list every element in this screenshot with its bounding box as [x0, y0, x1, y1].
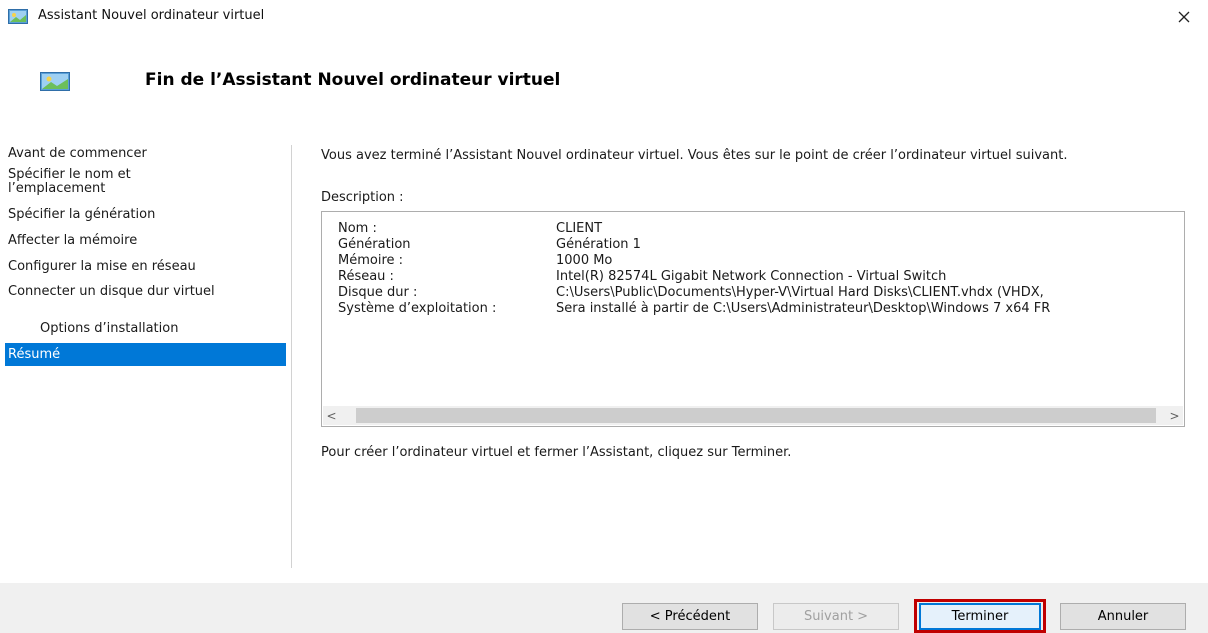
summary-key: Réseau :: [338, 269, 394, 284]
summary-key: Mémoire :: [338, 253, 404, 268]
summary-row: Nom : CLIENT: [338, 221, 1184, 237]
summary-textbox[interactable]: Nom : CLIENT Génération Génération 1 Mém…: [321, 211, 1185, 427]
summary-row: Système d’exploitation : Sera installé à…: [338, 301, 1184, 317]
summary-row: Réseau : Intel(R) 82574L Gigabit Network…: [338, 269, 1184, 285]
scrollbar-thumb[interactable]: [356, 408, 1156, 423]
summary-key: Disque dur :: [338, 285, 418, 300]
summary-value: Génération 1: [556, 237, 641, 252]
page-title: Fin de l’Assistant Nouvel ordinateur vir…: [145, 70, 561, 90]
summary-row: Mémoire : 1000 Mo: [338, 253, 1184, 269]
wizard-nav: Avant de commencer Spécifier le nom et l…: [0, 140, 291, 570]
horizontal-scrollbar[interactable]: < >: [323, 406, 1183, 425]
close-button[interactable]: [1166, 4, 1202, 32]
summary-key: Génération: [338, 237, 411, 252]
hyperv-window-icon: [8, 9, 28, 24]
nav-item-avant-de-commencer[interactable]: Avant de commencer: [8, 147, 288, 161]
wizard-window: Assistant Nouvel ordinateur virtuel Fin …: [0, 0, 1208, 633]
title-bar: Assistant Nouvel ordinateur virtuel: [0, 0, 1208, 34]
nav-item-memoire[interactable]: Affecter la mémoire: [8, 234, 288, 248]
scroll-left-icon[interactable]: <: [323, 406, 340, 425]
summary-key: Nom :: [338, 221, 377, 236]
nav-item-options-installation[interactable]: Options d’installation: [40, 322, 288, 336]
previous-button[interactable]: < Précédent: [622, 603, 758, 630]
next-button[interactable]: Suivant >: [773, 603, 899, 630]
nav-item-disque-dur[interactable]: Connecter un disque dur virtuel: [8, 285, 238, 299]
scroll-right-icon[interactable]: >: [1166, 406, 1183, 425]
summary-row: Génération Génération 1: [338, 237, 1184, 253]
nav-item-reseau[interactable]: Configurer la mise en réseau: [8, 260, 288, 274]
summary-value: Intel(R) 82574L Gigabit Network Connecti…: [556, 269, 947, 284]
nav-item-generation[interactable]: Spécifier la génération: [8, 208, 288, 222]
summary-list: Nom : CLIENT Génération Génération 1 Mém…: [338, 221, 1184, 317]
nav-item-resume[interactable]: Résumé: [5, 343, 286, 366]
close-icon: [1177, 9, 1191, 28]
cancel-button[interactable]: Annuler: [1060, 603, 1186, 630]
summary-key: Système d’exploitation :: [338, 301, 497, 316]
summary-value: CLIENT: [556, 221, 603, 236]
outro-text: Pour créer l’ordinateur virtuel et ferme…: [321, 445, 792, 460]
summary-value: Sera installé à partir de C:\Users\Admin…: [556, 301, 1051, 316]
summary-value: C:\Users\Public\Documents\Hyper-V\Virtua…: [556, 285, 1044, 300]
window-title: Assistant Nouvel ordinateur virtuel: [38, 8, 265, 23]
description-label: Description :: [321, 190, 404, 205]
summary-value: 1000 Mo: [556, 253, 613, 268]
nav-divider: [291, 145, 292, 568]
finish-button[interactable]: Terminer: [919, 603, 1041, 630]
hyperv-header-icon: [40, 72, 70, 92]
nav-item-nom-emplacement[interactable]: Spécifier le nom et l’emplacement: [8, 168, 188, 196]
intro-text: Vous avez terminé l’Assistant Nouvel ord…: [321, 148, 1068, 163]
summary-row: Disque dur : C:\Users\Public\Documents\H…: [338, 285, 1184, 301]
